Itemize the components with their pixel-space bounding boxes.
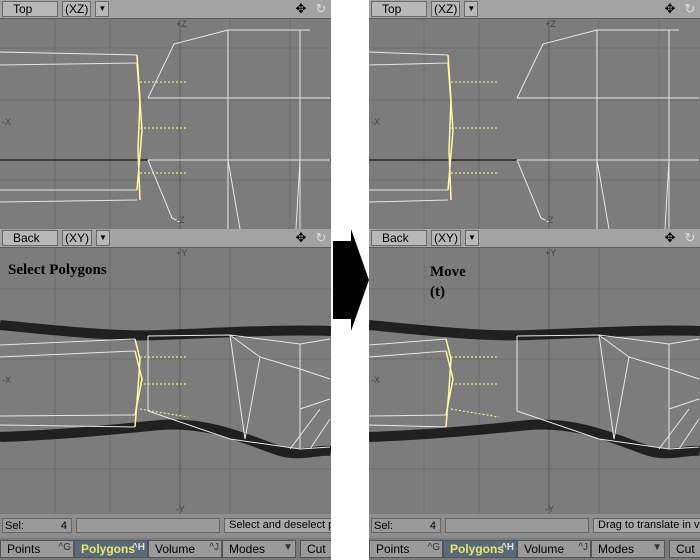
rotate-view-icon[interactable]: ↻ bbox=[682, 1, 698, 17]
progress-field bbox=[445, 518, 589, 533]
rotate-view-icon[interactable]: ↻ bbox=[313, 230, 329, 246]
axis-label-plus: +Y bbox=[545, 248, 557, 258]
volume-mode-button[interactable]: Volume ^J bbox=[148, 540, 222, 558]
dropdown-arrow-icon[interactable]: ▼ bbox=[465, 230, 479, 246]
dropdown-arrow-icon[interactable]: ▼ bbox=[464, 1, 479, 17]
view-mode-select[interactable]: (XY) bbox=[62, 230, 92, 246]
right-panel: Top (XZ) ▼ ✥ ↻ +Z -Z -X Back (XY) ▼ ✥ ↻ … bbox=[369, 0, 700, 560]
rotate-view-icon[interactable]: ↻ bbox=[313, 1, 329, 17]
view-name[interactable]: Top bbox=[2, 1, 58, 17]
back-wireframe bbox=[369, 247, 700, 514]
dropdown-arrow-icon[interactable]: ▼ bbox=[96, 230, 110, 246]
sel-count: 4 bbox=[60, 520, 67, 532]
polygons-mode-button[interactable]: Polygons ^H bbox=[443, 540, 517, 558]
top-wireframe bbox=[369, 18, 700, 229]
left-panel: Top (XZ) ▼ ✥ ↻ +Z -Z -X Back (XY) ▼ ✥ ↻ … bbox=[0, 0, 331, 560]
back-viewport[interactable]: Back (XY) ▼ ✥ ↻ +Y -Y -X Move (t) bbox=[369, 229, 700, 514]
axis-label-minus: -Z bbox=[545, 215, 554, 225]
top-view-toolbar: Top (XZ) ▼ ✥ ↻ bbox=[0, 0, 331, 19]
top-viewport[interactable]: Top (XZ) ▼ ✥ ↻ +Z -Z -X bbox=[0, 0, 331, 229]
mode-bar: Points ^G Polygons ^H Volume ^J Modes ▼ Cut bbox=[369, 538, 700, 560]
top-view-toolbar: Top (XZ) ▼ ✥ ↻ bbox=[369, 0, 700, 19]
points-mode-button[interactable]: Points ^G bbox=[369, 540, 443, 558]
status-message: Drag to translate in vie bbox=[593, 518, 700, 533]
points-mode-button[interactable]: Points ^G bbox=[0, 540, 74, 558]
modes-menu-button[interactable]: Modes ▼ bbox=[222, 540, 296, 558]
top-viewport[interactable]: Top (XZ) ▼ ✥ ↻ +Z -Z -X bbox=[369, 0, 700, 229]
modes-menu-button[interactable]: Modes ▼ bbox=[591, 540, 665, 558]
sel-label: Sel: bbox=[5, 520, 24, 532]
move-view-icon[interactable]: ✥ bbox=[293, 230, 309, 246]
right-arrow-icon bbox=[333, 229, 369, 331]
view-name[interactable]: Back bbox=[371, 230, 427, 246]
annotation-line-1: Move bbox=[430, 264, 466, 280]
axis-label-minus: -Z bbox=[176, 215, 185, 225]
axis-label-x: -X bbox=[371, 375, 380, 385]
annotation-line-2: (t) bbox=[430, 284, 445, 300]
volume-mode-button[interactable]: Volume ^J bbox=[517, 540, 591, 558]
view-mode-select[interactable]: (XZ) bbox=[62, 1, 92, 17]
rotate-view-icon[interactable]: ↻ bbox=[682, 230, 698, 246]
view-mode-select[interactable]: (XZ) bbox=[431, 1, 461, 17]
status-bar: Sel: 4 Select and deselect p bbox=[0, 514, 331, 536]
mode-bar: Points ^G Polygons ^H Volume ^J Modes ▼ Cut bbox=[0, 538, 331, 560]
status-message: Select and deselect p bbox=[224, 518, 331, 533]
annotation-text: Move (t) bbox=[430, 262, 466, 302]
axis-label-minus: -Y bbox=[545, 504, 554, 514]
view-name[interactable]: Back bbox=[2, 230, 58, 246]
move-view-icon[interactable]: ✥ bbox=[662, 1, 678, 17]
dropdown-arrow-icon[interactable]: ▼ bbox=[95, 1, 110, 17]
sel-label: Sel: bbox=[374, 520, 393, 532]
back-viewport[interactable]: Back (XY) ▼ ✥ ↻ +Y -Y -X Select Polygons bbox=[0, 229, 331, 514]
top-wireframe bbox=[0, 18, 331, 229]
move-view-icon[interactable]: ✥ bbox=[662, 230, 678, 246]
progress-field bbox=[76, 518, 220, 533]
axis-label-minus: -Y bbox=[176, 504, 185, 514]
back-view-toolbar: Back (XY) ▼ ✥ ↻ bbox=[0, 229, 331, 248]
cut-button[interactable]: Cut bbox=[300, 540, 331, 558]
view-name[interactable]: Top bbox=[371, 1, 427, 17]
axis-label-x: -X bbox=[2, 117, 11, 127]
axis-label-x: -X bbox=[371, 117, 380, 127]
axis-label-plus: +Z bbox=[176, 19, 187, 29]
status-bar: Sel: 4 Drag to translate in vie bbox=[369, 514, 700, 536]
sel-count: 4 bbox=[429, 520, 436, 532]
back-view-toolbar: Back (XY) ▼ ✥ ↻ bbox=[369, 229, 700, 248]
axis-label-plus: +Y bbox=[176, 248, 188, 258]
move-view-icon[interactable]: ✥ bbox=[293, 1, 309, 17]
annotation-text: Select Polygons bbox=[8, 262, 107, 278]
polygons-mode-button[interactable]: Polygons ^H bbox=[74, 540, 148, 558]
cut-button[interactable]: Cut bbox=[669, 540, 700, 558]
axis-label-plus: +Z bbox=[545, 19, 556, 29]
selection-count: Sel: 4 bbox=[371, 518, 441, 533]
view-mode-select[interactable]: (XY) bbox=[431, 230, 461, 246]
selection-count: Sel: 4 bbox=[2, 518, 72, 533]
axis-label-x: -X bbox=[2, 375, 11, 385]
